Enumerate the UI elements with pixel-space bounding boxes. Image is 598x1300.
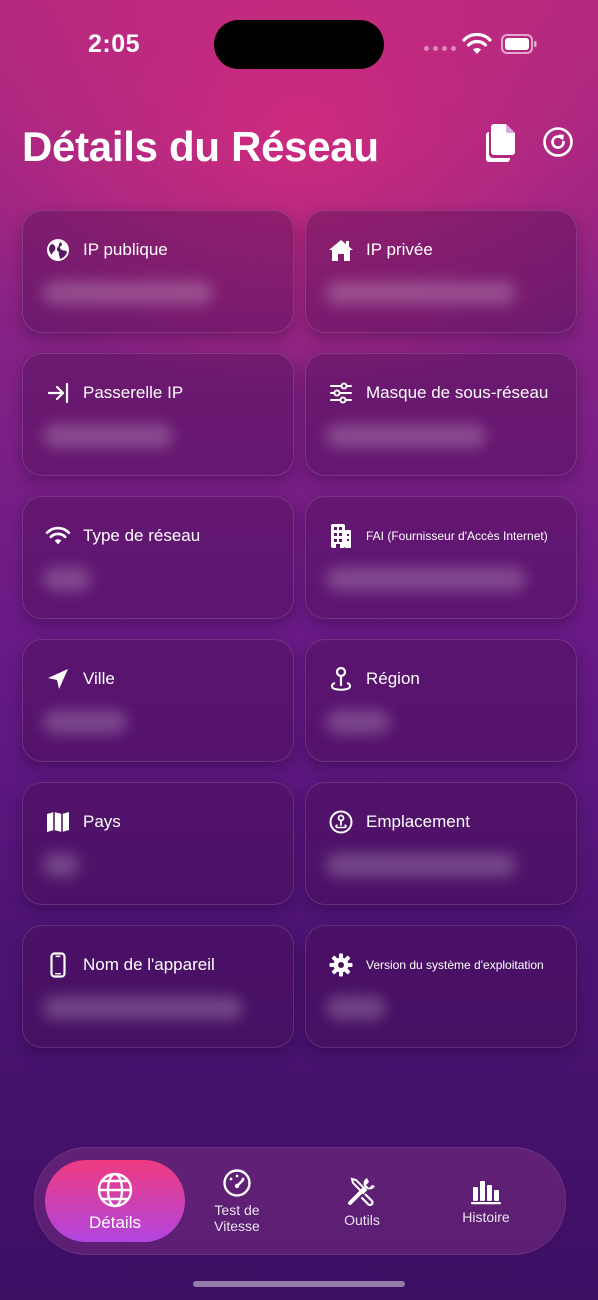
card-label: FAI (Fournisseur d'Accès Internet) — [366, 529, 548, 543]
card-location: Emplacement — [305, 782, 577, 905]
card-value-redacted — [43, 996, 243, 1020]
card-label: Passerelle IP — [83, 383, 184, 402]
speedometer-icon — [223, 1169, 251, 1197]
card-value-redacted — [326, 281, 516, 305]
card-network-type: Type de réseau — [22, 496, 294, 619]
card-gateway-ip: Passerelle IP — [22, 353, 294, 476]
status-time: 2:05 — [88, 30, 141, 58]
card-subnet-mask: Masque de sous-réseau — [305, 353, 577, 476]
card-value-redacted — [43, 710, 127, 734]
location-circle-icon — [328, 809, 354, 835]
card-public-ip: IP publique — [22, 210, 294, 333]
tab-bar: Détails Test de Vitesse Outils Histoire — [34, 1147, 566, 1255]
tools-icon — [348, 1177, 375, 1207]
tab-speed-test[interactable]: Test de Vitesse — [195, 1160, 279, 1242]
status-bar: 2:05 — [0, 0, 598, 90]
card-value-redacted — [326, 567, 526, 591]
card-region: Région — [305, 639, 577, 762]
tab-details[interactable]: Détails — [45, 1160, 185, 1242]
card-value-redacted — [43, 567, 91, 591]
card-label: Ville — [83, 669, 115, 688]
wifi-status-icon — [462, 32, 492, 54]
tab-history[interactable]: Histoire — [439, 1160, 533, 1242]
tab-tools[interactable]: Outils — [315, 1160, 409, 1242]
refresh-icon — [543, 127, 573, 157]
building-icon — [328, 523, 354, 549]
card-label: Région — [366, 669, 420, 688]
card-value-redacted — [326, 996, 386, 1020]
battery-icon — [501, 34, 537, 54]
card-label: Pays — [83, 812, 121, 831]
card-value-redacted — [43, 853, 79, 877]
location-arrow-icon — [45, 666, 71, 692]
page-title: Détails du Réseau — [22, 123, 379, 170]
card-label: Masque de sous-réseau — [366, 383, 549, 402]
card-value-redacted — [43, 281, 213, 305]
page-header: Détails du Réseau — [0, 90, 598, 186]
map-icon — [45, 809, 71, 835]
card-value-redacted — [326, 424, 486, 448]
iphone-icon — [45, 952, 71, 978]
sliders-icon — [328, 380, 354, 406]
tab-label: Détails — [89, 1213, 141, 1232]
card-value-redacted — [43, 424, 173, 448]
card-label: Emplacement — [366, 812, 470, 831]
dynamic-island — [214, 20, 384, 69]
copy-button[interactable] — [478, 120, 522, 164]
house-icon — [328, 237, 354, 263]
card-city: Ville — [22, 639, 294, 762]
tab-label: Histoire — [462, 1209, 510, 1225]
copy-icon — [486, 124, 515, 162]
tab-label: Outils — [344, 1212, 380, 1228]
card-value-redacted — [326, 710, 390, 734]
map-pin-icon — [328, 666, 354, 692]
card-label: Version du système d'exploitation — [366, 958, 544, 972]
card-private-ip: IP privée — [305, 210, 577, 333]
card-os-version: Version du système d'exploitation — [305, 925, 577, 1048]
refresh-button[interactable] — [536, 120, 580, 164]
card-label: IP publique — [83, 240, 168, 259]
arrow-to-line-icon — [45, 380, 71, 406]
signal-dots-icon — [424, 46, 456, 51]
bar-chart-icon — [471, 1181, 501, 1205]
card-label: Nom de l'appareil — [83, 955, 215, 974]
card-country: Pays — [22, 782, 294, 905]
globe-icon — [45, 237, 71, 263]
card-label: IP privée — [366, 240, 433, 259]
card-value-redacted — [326, 853, 516, 877]
wifi-icon — [45, 523, 71, 549]
card-isp: FAI (Fournisseur d'Accès Internet) — [305, 496, 577, 619]
gear-icon — [328, 952, 354, 978]
globe-icon — [97, 1172, 133, 1208]
card-device-name: Nom de l'appareil — [22, 925, 294, 1048]
tab-label: Test de Vitesse — [214, 1202, 260, 1234]
card-label: Type de réseau — [83, 526, 201, 545]
home-indicator[interactable] — [193, 1281, 405, 1287]
